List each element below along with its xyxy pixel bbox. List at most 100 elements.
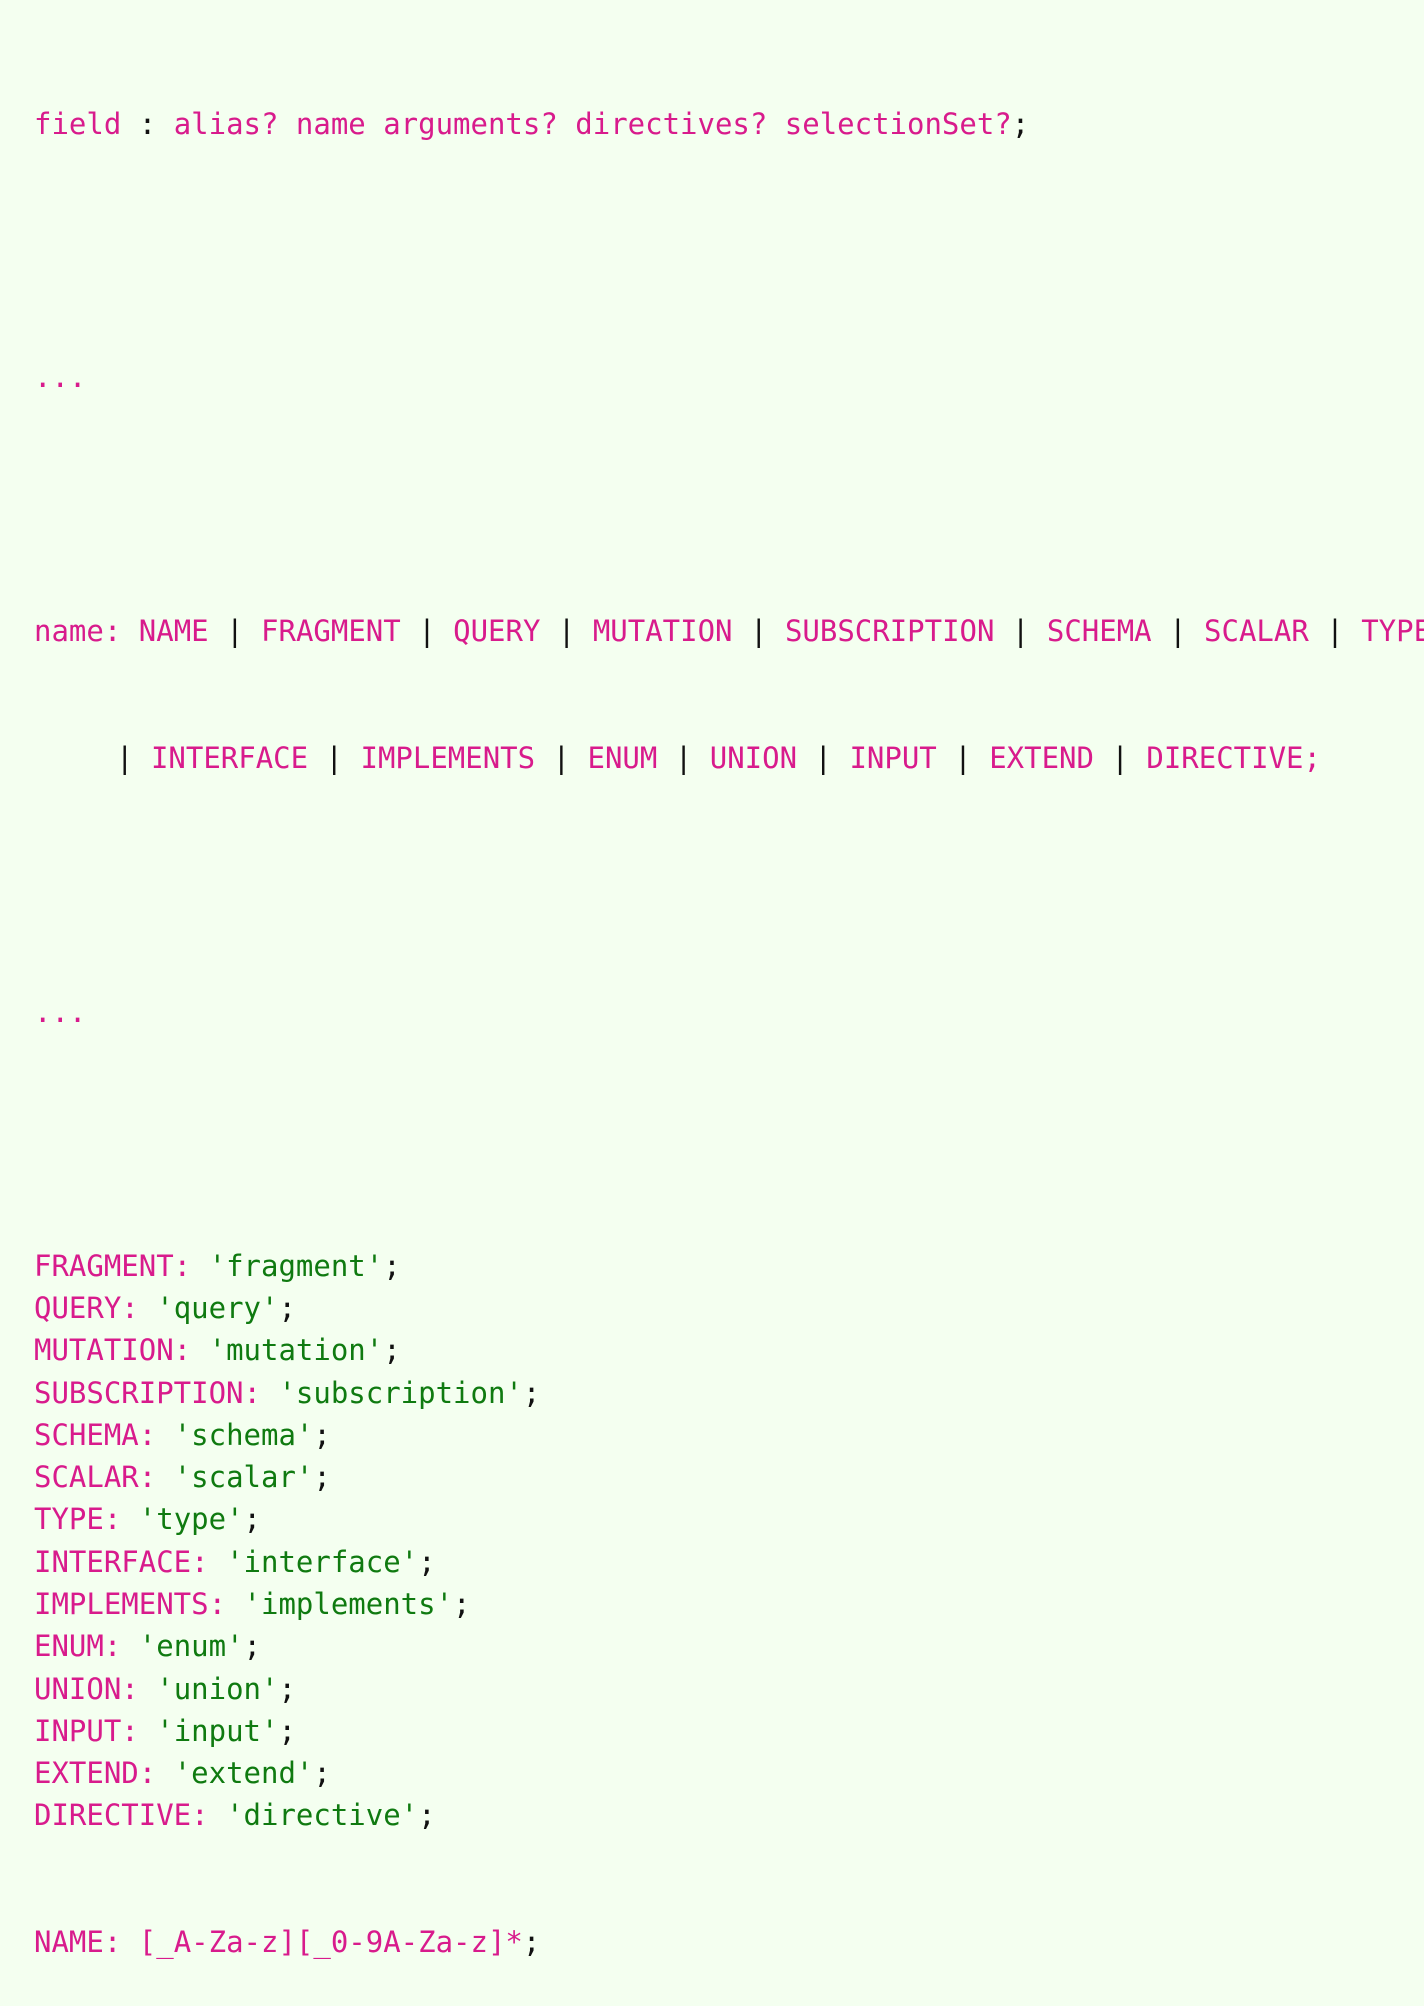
pipe-separator: | — [1011, 614, 1030, 649]
alternative-token: EXTEND — [989, 741, 1094, 776]
token-literal: 'fragment' — [208, 1248, 384, 1283]
token-definitions: FRAGMENT: 'fragment'; QUERY: 'query'; MUTA… — [34, 1245, 1414, 1837]
token-name: NAME: — [34, 1925, 122, 1960]
rule-separator: : — [121, 106, 174, 141]
token-terminator: ; — [278, 1713, 296, 1748]
token-terminator: ; — [278, 1671, 296, 1706]
token-name: TYPE: — [34, 1502, 122, 1537]
token-terminator: ; — [418, 1544, 436, 1579]
token-literal: 'type' — [138, 1502, 244, 1537]
token-definition: ENUM: 'enum'; — [34, 1625, 1414, 1667]
alternative-token: INPUT — [849, 741, 937, 776]
token-literal: 'subscription' — [278, 1375, 523, 1410]
alternative-token: DIRECTIVE — [1146, 741, 1304, 776]
token-name: FRAGMENT: — [34, 1248, 192, 1283]
token-definition: DIRECTIVE: 'directive'; — [34, 1794, 1414, 1836]
token-terminator: ; — [383, 1333, 401, 1368]
token-literal: 'union' — [156, 1671, 279, 1706]
token-terminator: ; — [243, 1629, 262, 1664]
alternative-token: NAME — [138, 614, 209, 649]
token-terminator: ; — [453, 1586, 471, 1621]
token-literal: 'scalar' — [173, 1460, 314, 1495]
rule-name: name: — [34, 614, 122, 649]
alternative-token: FRAGMENT — [261, 614, 401, 649]
alternative-token: SCALAR — [1204, 614, 1309, 649]
rule-body: alias? name arguments? directives? selec… — [173, 106, 1012, 141]
token-terminator: ; — [383, 1248, 401, 1283]
token-literal: 'mutation' — [208, 1333, 384, 1368]
token-terminator: ; — [522, 1375, 541, 1410]
pipe-separator: | — [418, 614, 436, 649]
pipe-separator: | — [750, 614, 768, 649]
rule-name: field — [34, 106, 122, 141]
token-terminator: ; — [243, 1502, 262, 1537]
pipe-separator: | — [1326, 614, 1344, 649]
pipe-separator: | — [1169, 614, 1187, 649]
token-literal: 'input' — [156, 1713, 279, 1748]
token-definition: SCHEMA: 'schema'; — [34, 1414, 1414, 1456]
token-terminator: ; — [278, 1290, 296, 1325]
token-name: SCALAR: — [34, 1460, 157, 1495]
token-literal: 'interface' — [226, 1544, 419, 1579]
alternative-token: SCHEMA — [1046, 614, 1152, 649]
rule-terminator: ; — [1011, 106, 1030, 141]
token-terminator: ; — [522, 1925, 541, 1960]
rule-terminator: ; — [1303, 741, 1321, 776]
token-terminator: ; — [418, 1798, 436, 1833]
pipe-separator: | — [674, 741, 693, 776]
token-name: QUERY: — [34, 1290, 139, 1325]
token-literal: 'implements' — [243, 1586, 454, 1621]
token-name: INPUT: — [34, 1713, 139, 1748]
alternative-token: INTERFACE — [150, 741, 309, 776]
alternative-token: QUERY — [453, 614, 541, 649]
token-definition: INPUT: 'input'; — [34, 1710, 1414, 1752]
pipe-separator: | — [325, 741, 344, 776]
alternative-token: TYPE — [1361, 614, 1424, 649]
pipe-separator: | — [116, 741, 134, 776]
name-rule-line-1: name: NAME | FRAGMENT | QUERY | MUTATION… — [34, 610, 1424, 652]
token-literal: 'schema' — [173, 1417, 314, 1452]
token-definition: TYPE: 'type'; — [34, 1498, 1414, 1540]
token-name: IMPLEMENTS: — [34, 1586, 227, 1621]
token-terminator: ; — [313, 1460, 331, 1495]
token-name: MUTATION: — [34, 1333, 192, 1368]
ellipsis-line: ... — [34, 360, 87, 395]
grammar-code-block: field : alias? name arguments? directive… — [34, 18, 1424, 2006]
pipe-separator: | — [954, 741, 972, 776]
pipe-separator: | — [226, 614, 244, 649]
token-name: ENUM: — [34, 1629, 122, 1664]
token-definition: MUTATION: 'mutation'; — [34, 1329, 1414, 1371]
token-definition: SUBSCRIPTION: 'subscription'; — [34, 1372, 1414, 1414]
field-rule-line: field : alias? name arguments? directive… — [34, 103, 1414, 145]
token-name: DIRECTIVE: — [34, 1798, 209, 1833]
token-literal: 'query' — [156, 1290, 279, 1325]
token-terminator: ; — [313, 1417, 331, 1452]
token-name: SCHEMA: — [34, 1417, 157, 1452]
ellipsis-line: ... — [34, 994, 87, 1029]
token-name: EXTEND: — [34, 1756, 157, 1791]
token-definition: IMPLEMENTS: 'implements'; — [34, 1583, 1414, 1625]
token-literal: 'extend' — [173, 1756, 314, 1791]
name-rule-line-2: | INTERFACE | IMPLEMENTS | ENUM | UNION … — [34, 737, 1414, 779]
token-definition: EXTEND: 'extend'; — [34, 1752, 1414, 1794]
token-definition: UNION: 'union'; — [34, 1668, 1414, 1710]
token-literal: 'directive' — [226, 1798, 419, 1833]
alternative-token: UNION — [709, 741, 798, 776]
alternative-token: MUTATION — [592, 614, 733, 649]
pipe-separator: | — [814, 741, 832, 776]
token-definition: QUERY: 'query'; — [34, 1287, 1414, 1329]
token-literal: 'enum' — [138, 1629, 244, 1664]
pipe-separator: | — [552, 741, 571, 776]
token-name: INTERFACE: — [34, 1544, 209, 1579]
token-regex: [_A-Za-z][_0-9A-Za-z]* — [138, 1925, 523, 1960]
token-name: UNION: — [34, 1671, 139, 1706]
token-terminator: ; — [313, 1756, 331, 1791]
token-name: SUBSCRIPTION: — [34, 1375, 261, 1410]
pipe-separator: | — [557, 614, 576, 649]
token-definition: INTERFACE: 'interface'; — [34, 1541, 1414, 1583]
pipe-separator: | — [1111, 741, 1129, 776]
